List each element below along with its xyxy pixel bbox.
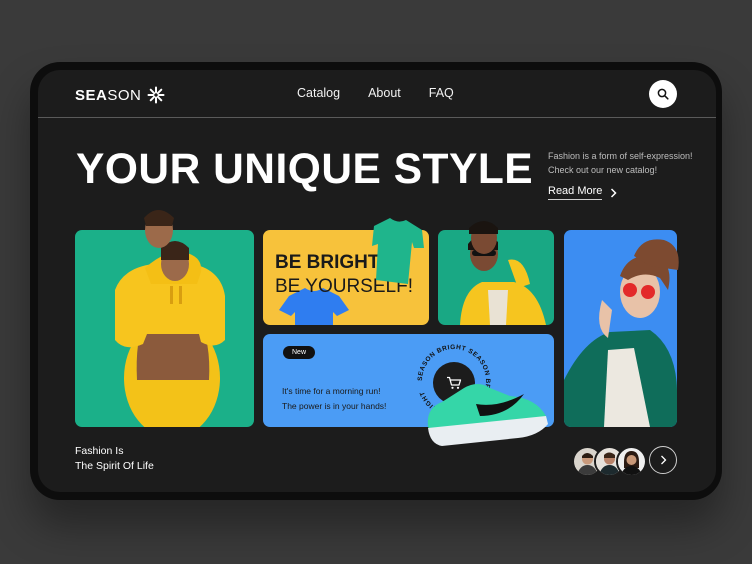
tagline-line-2: The Spirit Of Life bbox=[75, 460, 154, 472]
logo[interactable]: SEA SON bbox=[75, 86, 165, 104]
search-icon bbox=[657, 88, 669, 100]
be-bright-card[interactable]: BE BRIGHT! BE YOURSELF! bbox=[263, 230, 429, 325]
chevron-right-icon bbox=[611, 187, 617, 198]
main-nav: Catalog About FAQ bbox=[297, 86, 454, 100]
logo-light: SON bbox=[107, 86, 142, 104]
logo-bold: SEA bbox=[75, 86, 108, 104]
new-badge: New bbox=[283, 346, 316, 359]
avatar bbox=[616, 446, 647, 477]
morning-run-card[interactable]: New It's time for a morning run! The pow… bbox=[263, 334, 554, 427]
model-yellow-jacket-image bbox=[460, 234, 546, 325]
hero-description: Fashion is a form of self-expression! Ch… bbox=[548, 149, 708, 177]
tagline: Fashion Is The Spirit Of Life bbox=[75, 444, 154, 474]
be-yourself-heading: BE YOURSELF! bbox=[275, 276, 413, 297]
cart-icon bbox=[447, 376, 462, 389]
product-card-jacket[interactable] bbox=[438, 230, 554, 325]
app-screen: SEA SON Catalog About FAQ YOUR UNIQUE STY… bbox=[38, 70, 716, 492]
read-more-label: Read More bbox=[548, 185, 603, 200]
run-line-1: It's time for a morning run! bbox=[282, 386, 381, 396]
run-line-2: The power is in your hands! bbox=[282, 401, 387, 411]
model-yellow-hoodie-image bbox=[115, 241, 225, 427]
hero-description-line-2: Check out our new catalog! bbox=[548, 165, 658, 175]
header-divider bbox=[38, 117, 716, 118]
asterisk-icon bbox=[147, 86, 165, 104]
nav-faq[interactable]: FAQ bbox=[429, 86, 454, 100]
model-1-hair bbox=[144, 210, 174, 226]
next-button[interactable] bbox=[649, 446, 677, 474]
nav-catalog[interactable]: Catalog bbox=[297, 86, 340, 100]
add-to-cart-button[interactable] bbox=[433, 362, 475, 404]
nav-about[interactable]: About bbox=[368, 86, 401, 100]
hero-title: YOUR UNIQUE STYLE bbox=[76, 146, 534, 193]
read-more-link[interactable]: Read More bbox=[548, 185, 617, 200]
run-text: It's time for a morning run! The power i… bbox=[282, 384, 386, 414]
avatar-group[interactable] bbox=[572, 446, 647, 477]
chevron-right-icon bbox=[660, 455, 666, 465]
be-bright-heading: BE BRIGHT! bbox=[275, 252, 386, 273]
model-red-sunglasses-image bbox=[564, 255, 677, 427]
hero-description-line-1: Fashion is a form of self-expression! bbox=[548, 151, 693, 161]
product-card-hoodie[interactable] bbox=[75, 230, 254, 427]
tagline-line-1: Fashion Is bbox=[75, 445, 124, 457]
search-button[interactable] bbox=[649, 80, 677, 108]
product-card-sunglasses[interactable] bbox=[564, 230, 677, 427]
